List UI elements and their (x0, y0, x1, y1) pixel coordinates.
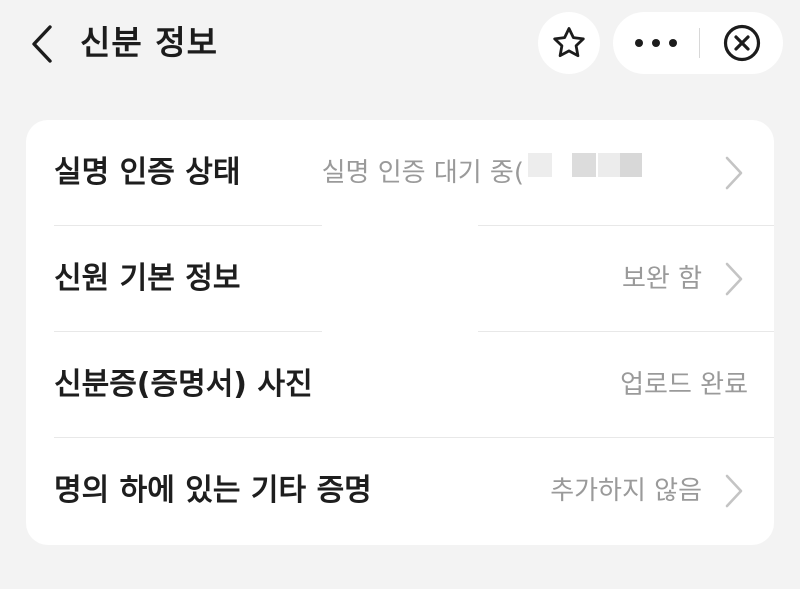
chevron-right-icon (725, 262, 743, 296)
favorite-button[interactable] (538, 12, 600, 74)
row-value: 추가하지 않음 (550, 476, 702, 506)
page-title: 신분 정보 (80, 23, 218, 62)
row-label: 신원 기본 정보 (54, 261, 241, 296)
row-basic-identity-info[interactable]: 신원 기본 정보 보완 함 (26, 226, 774, 332)
chevron-left-icon (32, 25, 52, 63)
back-button[interactable] (20, 20, 64, 68)
masked-text (528, 153, 552, 177)
identity-info-card: 실명 인증 상태 실명 인증 대기 중( 신원 기본 정보 보완 함 신분증(증… (26, 120, 774, 545)
chevron-right-icon (725, 156, 743, 190)
more-dots-icon (635, 39, 677, 47)
top-bar: 신분 정보 (0, 0, 800, 90)
row-label: 실명 인증 상태 (54, 155, 241, 190)
chevron-right-icon (725, 474, 743, 508)
row-value: 실명 인증 대기 중( (321, 158, 524, 188)
close-circle-icon (723, 24, 760, 62)
mini-program-capsule (613, 12, 783, 74)
row-other-certificates[interactable]: 명의 하에 있는 기타 증명 추가하지 않음 (26, 438, 774, 544)
more-button[interactable] (613, 12, 699, 74)
row-label: 신분증(증명서) 사진 (54, 367, 313, 402)
star-icon (553, 27, 585, 58)
row-value: 업로드 완료 (620, 370, 748, 400)
row-real-name-status[interactable]: 실명 인증 상태 실명 인증 대기 중( (26, 120, 774, 226)
row-id-photo[interactable]: 신분증(증명서) 사진 업로드 완료 (26, 332, 774, 438)
masked-text (620, 153, 642, 177)
close-button[interactable] (700, 12, 783, 74)
masked-text (572, 153, 596, 177)
masked-text (598, 153, 620, 177)
row-label: 명의 하에 있는 기타 증명 (54, 473, 372, 508)
row-value: 보완 함 (621, 264, 702, 294)
